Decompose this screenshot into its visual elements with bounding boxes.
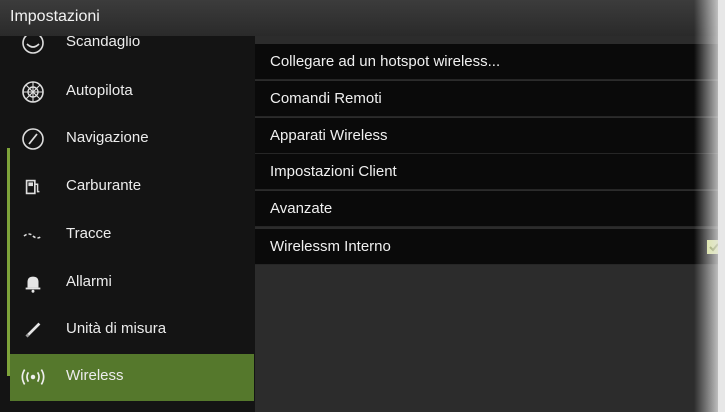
settings-sidebar: Scandaglio Autopilota Navigazione Carbur… <box>0 36 255 412</box>
track-icon <box>20 222 46 248</box>
option-internal-wireless[interactable]: Wirelessm Interno <box>255 229 718 265</box>
sidebar-item-autopilota[interactable]: Autopilota <box>10 69 254 116</box>
sidebar-item-label: Scandaglio <box>66 36 141 50</box>
option-label: Impostazioni Client <box>270 163 397 180</box>
option-label: Wirelessm Interno <box>270 238 391 255</box>
option-connect-hotspot[interactable]: Collegare ad un hotspot wireless... <box>255 44 718 80</box>
sidebar-item-tracce[interactable]: Tracce <box>10 212 254 259</box>
wireless-icon <box>20 364 46 390</box>
sidebar-item-allarmi[interactable]: Allarmi <box>10 260 254 307</box>
window-title: Impostazioni <box>10 8 100 25</box>
sidebar-item-label: Allarmi <box>66 273 112 290</box>
sidebar-item-scandaglio[interactable]: Scandaglio <box>10 36 254 67</box>
sidebar-item-label: Navigazione <box>66 129 149 146</box>
steering-wheel-icon <box>20 79 46 105</box>
sidebar-item-unita-di-misura[interactable]: Unità di misura <box>10 307 254 354</box>
sidebar-item-label: Unità di misura <box>66 320 167 337</box>
option-advanced[interactable]: Avanzate <box>255 191 718 227</box>
compass-icon <box>20 126 46 152</box>
sonar-icon <box>20 36 46 56</box>
title-bar: Impostazioni <box>0 0 718 36</box>
ruler-icon <box>20 317 46 343</box>
sidebar-item-navigazione[interactable]: Navigazione <box>10 116 254 163</box>
option-label: Collegare ad un hotspot wireless... <box>270 53 501 70</box>
sidebar-item-label: Autopilota <box>66 82 133 99</box>
option-wireless-devices[interactable]: Apparati Wireless <box>255 118 718 154</box>
option-label: Comandi Remoti <box>270 90 382 107</box>
option-client-settings[interactable]: Impostazioni Client <box>255 154 718 190</box>
option-label: Avanzate <box>270 200 333 217</box>
sidebar-item-label: Carburante <box>66 177 142 194</box>
internal-wireless-checkbox[interactable] <box>707 240 718 254</box>
fuel-pump-icon <box>20 174 46 200</box>
wireless-options-panel: Collegare ad un hotspot wireless... Coma… <box>255 36 718 412</box>
settings-screen: Impostazioni Scandaglio Autopilota Navig… <box>0 0 718 412</box>
sidebar-item-label: Wireless <box>66 367 124 384</box>
option-remote-controls[interactable]: Comandi Remoti <box>255 81 718 117</box>
option-label: Apparati Wireless <box>270 127 388 144</box>
sidebar-item-label: Tracce <box>66 225 112 242</box>
sidebar-item-carburante[interactable]: Carburante <box>10 164 254 211</box>
bell-icon <box>20 270 46 296</box>
sidebar-item-wireless[interactable]: Wireless <box>10 354 254 401</box>
